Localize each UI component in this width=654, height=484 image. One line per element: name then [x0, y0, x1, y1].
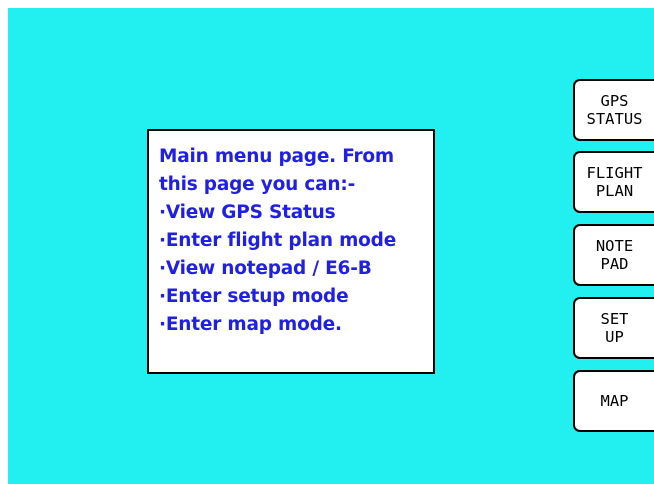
map-button-label: MAP [600, 392, 629, 410]
info-line-flight-plan: ·Enter flight plan mode [159, 230, 397, 251]
gps-status-button-label-line-2: STATUS [586, 110, 643, 128]
setup-button-label-line-1: SET [600, 310, 629, 328]
notepad-button-label-line-2: PAD [600, 255, 629, 273]
info-line-intro: this page you can:- [159, 174, 356, 195]
gps-status-button[interactable]: GPS STATUS [573, 79, 654, 141]
info-line-title: Main menu page. From [159, 146, 395, 167]
info-line-gps-status: ·View GPS Status [159, 202, 336, 223]
main-menu-info-panel: Main menu page. From this page you can:-… [147, 129, 435, 374]
setup-button[interactable]: SET UP [573, 297, 654, 359]
info-line-map: ·Enter map mode. [159, 314, 342, 335]
notepad-button-label-line-1: NOTE [595, 237, 634, 255]
setup-button-label-line-2: UP [605, 328, 624, 346]
notepad-button[interactable]: NOTE PAD [573, 224, 654, 286]
gps-status-button-label-line-1: GPS [600, 92, 629, 110]
map-button[interactable]: MAP [573, 370, 654, 432]
flight-plan-button[interactable]: FLIGHT PLAN [573, 151, 654, 213]
flight-plan-button-label-line-1: FLIGHT [586, 164, 643, 182]
flight-plan-button-label-line-2: PLAN [595, 182, 634, 200]
info-line-setup: ·Enter setup mode [159, 286, 349, 307]
main-menu-screen: Main menu page. From this page you can:-… [8, 8, 654, 484]
info-line-notepad: ·View notepad / E6-B [159, 258, 372, 279]
